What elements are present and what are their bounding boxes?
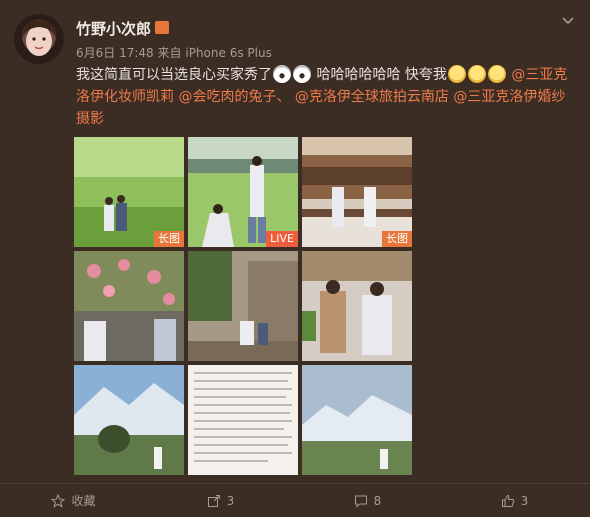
comment-icon [354, 494, 368, 508]
crying-emoji-icon [487, 65, 506, 83]
favorite-label: 收藏 [71, 494, 96, 508]
comment-button[interactable]: 8 [294, 484, 441, 517]
photo-thumbnail[interactable]: LIVE [188, 137, 298, 247]
crying-emoji-icon [447, 65, 466, 83]
like-button[interactable]: 3 [441, 484, 588, 517]
comment-count: 8 [373, 493, 382, 508]
favorite-button[interactable]: 收藏 [0, 484, 147, 517]
post-meta: 6月6日 17:48 来自 iPhone 6s Plus [76, 44, 272, 61]
photo-thumbnail[interactable] [74, 251, 184, 361]
mention-link[interactable]: @克洛伊全球旅拍云南店 [295, 89, 449, 105]
photo-thumbnail[interactable] [302, 251, 412, 361]
shocked-emoji-icon [293, 65, 311, 83]
chevron-down-icon[interactable] [560, 12, 576, 28]
username[interactable]: 竹野小次郎 [76, 18, 151, 39]
via-label: 来自 [157, 46, 182, 60]
action-bar: 收藏 3 8 3 [0, 483, 590, 517]
post-time: 17:48 [119, 46, 154, 60]
repost-icon [207, 494, 221, 508]
post-text-part-2: 哈哈哈哈哈哈 快夸我 [316, 67, 447, 83]
vip-badge-icon [155, 21, 169, 34]
post-date[interactable]: 6月6日 [76, 46, 115, 60]
photo-thumbnail[interactable] [188, 365, 298, 475]
post-text-part-1: 我这简直可以当选良心买家秀了 [76, 67, 272, 83]
photo-thumbnail[interactable] [74, 365, 184, 475]
photo-thumbnail[interactable] [188, 251, 298, 361]
shocked-emoji-icon [273, 65, 291, 83]
image-badge: LIVE [266, 231, 298, 247]
photo-thumbnail[interactable] [302, 365, 412, 475]
crying-emoji-icon [467, 65, 486, 83]
like-icon [501, 494, 515, 508]
image-badge: 长图 [382, 231, 412, 247]
device-label: iPhone 6s Plus [185, 46, 272, 60]
image-grid: 长图 LIVE 长图 [74, 137, 412, 475]
star-icon [51, 493, 66, 508]
repost-count: 3 [226, 493, 235, 508]
image-badge: 长图 [154, 231, 184, 247]
post-text: 我这简直可以当选良心买家秀了 哈哈哈哈哈哈 快夸我 @三亚克洛伊化妆师凯莉 @会… [76, 64, 576, 130]
photo-thumbnail[interactable]: 长图 [74, 137, 184, 247]
photo-thumbnail[interactable]: 长图 [302, 137, 412, 247]
mention-link[interactable]: @会吃肉的兔子、 [178, 89, 290, 105]
avatar[interactable] [14, 14, 64, 64]
repost-button[interactable]: 3 [147, 484, 294, 517]
like-count: 3 [520, 493, 529, 508]
